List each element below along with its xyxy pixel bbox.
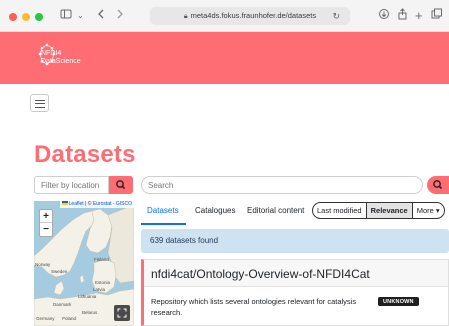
map-zoom-control: + −	[39, 209, 53, 237]
fullscreen-icon	[117, 308, 127, 318]
map-label-belarus: Belarus	[82, 310, 98, 315]
maximize-window-button[interactable]	[35, 13, 43, 21]
map-label-finland: Finland	[94, 257, 109, 262]
license-badge: UNKNOWN	[378, 297, 419, 306]
tabs-overview-icon[interactable]	[431, 8, 443, 25]
sort-more-dropdown[interactable]: More ▾	[413, 203, 444, 218]
sort-button-group: Last modified Relevance More ▾	[312, 202, 445, 219]
hamburger-icon	[35, 99, 45, 101]
forward-icon[interactable]	[115, 8, 125, 25]
reload-icon[interactable]: ↻	[332, 7, 340, 25]
active-tab-indicator	[141, 223, 186, 225]
map-label-latvia: Latvia	[93, 287, 106, 292]
attribution-separator: | ©	[83, 201, 93, 207]
lock-icon: 🔒︎	[183, 13, 188, 20]
download-icon[interactable]	[378, 8, 390, 25]
site-header: NFDI4 DataScience	[0, 32, 449, 84]
browser-toolbar: ⌄ 🔒︎ meta4ds.fokus.fraunhofer.de/datasets…	[0, 0, 449, 32]
page-title: Datasets	[34, 141, 136, 168]
back-icon[interactable]	[96, 8, 106, 25]
ukraine-flag-icon	[61, 201, 68, 205]
dataset-search-button[interactable]	[427, 176, 449, 194]
hamburger-icon-line	[35, 103, 45, 105]
logo-text: NFDI4 DataScience	[41, 50, 81, 66]
map-attribution: Leaflet | © Eurostat - GISCO	[59, 201, 134, 208]
tab-catalogues[interactable]: Catalogues	[195, 206, 235, 215]
new-tab-icon[interactable]: +	[415, 8, 423, 24]
map-label-germany: Germany	[36, 316, 55, 321]
sidebar-icon[interactable]	[60, 8, 72, 25]
dataset-card-header: nfdi4cat/Ontology-Overview-of-NFDI4Cat	[144, 260, 448, 287]
map-label-denmark: Danmark	[53, 302, 72, 307]
dataset-search-input[interactable]	[141, 176, 423, 194]
results-count-banner: 639 datasets found	[141, 229, 449, 253]
share-icon[interactable]	[397, 8, 408, 25]
dataset-description: Repository which lists several ontologie…	[151, 297, 357, 317]
tab-datasets[interactable]: Datasets	[147, 206, 179, 215]
map-label-sweden: Sweden	[51, 269, 68, 274]
hamburger-icon-line	[35, 106, 45, 108]
location-search-button[interactable]	[109, 176, 133, 194]
chevron-down-icon[interactable]: ⌄	[77, 8, 84, 24]
map-label-estonia: Estonia	[95, 280, 111, 285]
dataset-title[interactable]: nfdi4cat/Ontology-Overview-of-NFDI4Cat	[151, 267, 370, 281]
location-map[interactable]: Leaflet | © Eurostat - GISCO + − Finland…	[34, 201, 134, 326]
minimize-window-button[interactable]	[22, 13, 30, 21]
logo-line1: NFDI4	[41, 50, 62, 57]
map-label-poland: Poland	[62, 316, 77, 321]
sort-last-modified-button[interactable]: Last modified	[313, 203, 366, 218]
zoom-out-button[interactable]: −	[40, 223, 52, 236]
eurostat-link[interactable]: Eurostat - GISCO	[93, 201, 132, 207]
search-icon	[116, 180, 126, 190]
location-filter-input[interactable]	[34, 176, 109, 194]
sort-relevance-button[interactable]: Relevance	[365, 203, 413, 218]
url-text: meta4ds.fokus.fraunhofer.de/datasets	[190, 11, 317, 20]
close-window-button[interactable]	[9, 13, 17, 21]
map-fullscreen-button[interactable]	[114, 305, 130, 321]
map-label-norway: Norway	[35, 262, 51, 267]
tab-editorial-content[interactable]: Editorial content	[247, 206, 304, 215]
zoom-in-button[interactable]: +	[40, 210, 52, 223]
map-label-lithuania: Lithuania	[78, 294, 97, 299]
menu-toggle-button[interactable]	[30, 94, 49, 112]
leaflet-link[interactable]: Leaflet	[69, 201, 84, 207]
search-icon	[433, 180, 443, 190]
logo-line2: DataScience	[41, 58, 81, 65]
dataset-card[interactable]: nfdi4cat/Ontology-Overview-of-NFDI4Cat R…	[141, 259, 449, 326]
address-bar[interactable]: 🔒︎ meta4ds.fokus.fraunhofer.de/datasets ↻	[150, 7, 350, 25]
